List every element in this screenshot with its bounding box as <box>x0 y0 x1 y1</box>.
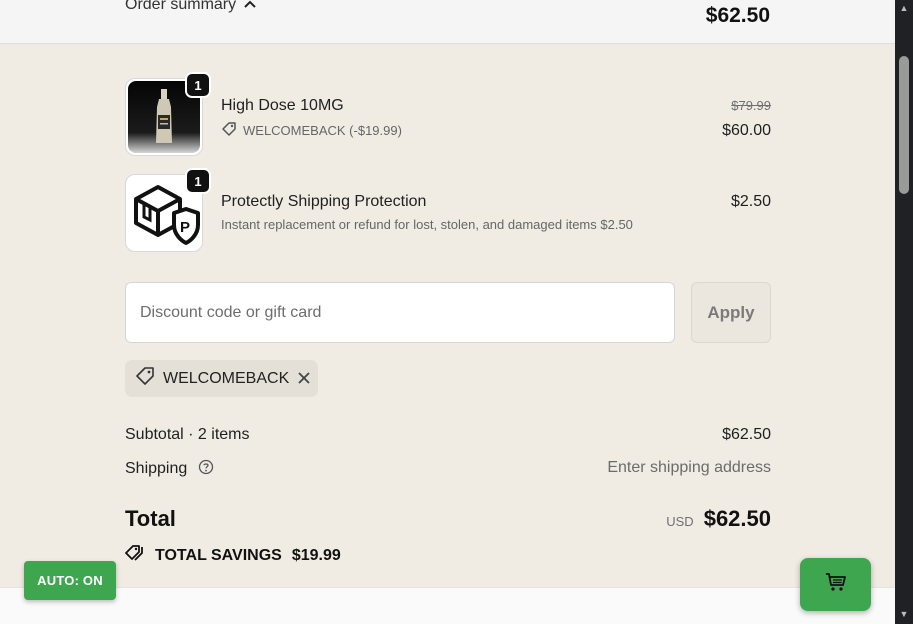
applied-discount-code: WELCOMEBACK <box>163 369 290 387</box>
subtotal-row: Subtotal · 2 items $62.50 <box>125 426 771 444</box>
chevron-up-icon <box>244 0 256 11</box>
protection-logo-letter: P <box>180 219 191 236</box>
product-thumbnail: 1 <box>125 72 211 156</box>
item-price: $60.00 <box>722 122 771 139</box>
order-summary-label: Order summary <box>125 0 237 13</box>
savings-label: TOTAL SAVINGS <box>155 546 282 564</box>
original-price: $79.99 <box>731 98 771 113</box>
discount-code-input[interactable] <box>125 282 675 343</box>
scroll-up-icon[interactable]: ▲ <box>898 2 910 14</box>
help-icon[interactable] <box>198 459 214 480</box>
item-name: High Dose 10MG <box>221 97 344 114</box>
scrollbar[interactable]: ▲ ▼ <box>895 0 913 624</box>
subtotal-value: $62.50 <box>722 426 771 443</box>
line-item: 1 High Dose 10MG WELCOMEBACK (-$19.99) $… <box>125 72 771 156</box>
item-name: Protectly Shipping Protection <box>221 193 427 210</box>
scrollbar-thumb[interactable] <box>899 56 909 194</box>
order-summary-toggle[interactable]: Order summary <box>125 0 256 14</box>
total-amount-group: USD $62.50 <box>666 506 771 532</box>
product-thumbnail: P 1 <box>125 168 211 252</box>
item-price: $2.50 <box>730 193 771 210</box>
remove-discount-button[interactable] <box>297 370 311 388</box>
total-savings: TOTAL SAVINGS $19.99 <box>125 544 341 567</box>
order-summary-total: $62.50 <box>705 4 770 27</box>
apply-button[interactable]: Apply <box>691 282 771 343</box>
order-summary-bar: Order summary $62.50 <box>0 0 895 44</box>
checkout-page: Order summary $62.50 1 High Dose 10MG WE… <box>0 0 895 624</box>
close-icon <box>298 371 310 384</box>
cart-button[interactable] <box>800 558 871 611</box>
cart-icon <box>825 572 847 597</box>
savings-value: $19.99 <box>291 546 341 564</box>
tag-icon <box>125 544 145 567</box>
tag-icon <box>135 366 155 391</box>
item-discount: WELCOMEBACK (-$19.99) <box>221 121 402 140</box>
scroll-down-icon[interactable]: ▼ <box>898 608 910 620</box>
applied-discount-chip: WELCOMEBACK <box>125 360 318 397</box>
quantity-badge: 1 <box>185 72 211 98</box>
shipping-value: Enter shipping address <box>607 459 771 476</box>
item-description: Instant replacement or refund for lost, … <box>221 217 633 232</box>
total-label: Total <box>125 506 176 531</box>
quantity-badge: 1 <box>185 168 211 194</box>
page-footer-strip <box>0 587 895 624</box>
auto-toggle-button[interactable]: AUTO: ON <box>24 561 116 600</box>
item-discount-code: WELCOMEBACK (-$19.99) <box>243 123 402 138</box>
total-amount: $62.50 <box>703 506 771 531</box>
shipping-label: Shipping <box>125 460 188 477</box>
shipping-row: Shipping Enter shipping address <box>125 459 771 480</box>
line-item: P 1 Protectly Shipping Protection Instan… <box>125 168 771 252</box>
tag-icon <box>221 121 237 140</box>
subtotal-label: Subtotal · 2 items <box>125 426 250 443</box>
currency-code: USD <box>666 514 694 529</box>
